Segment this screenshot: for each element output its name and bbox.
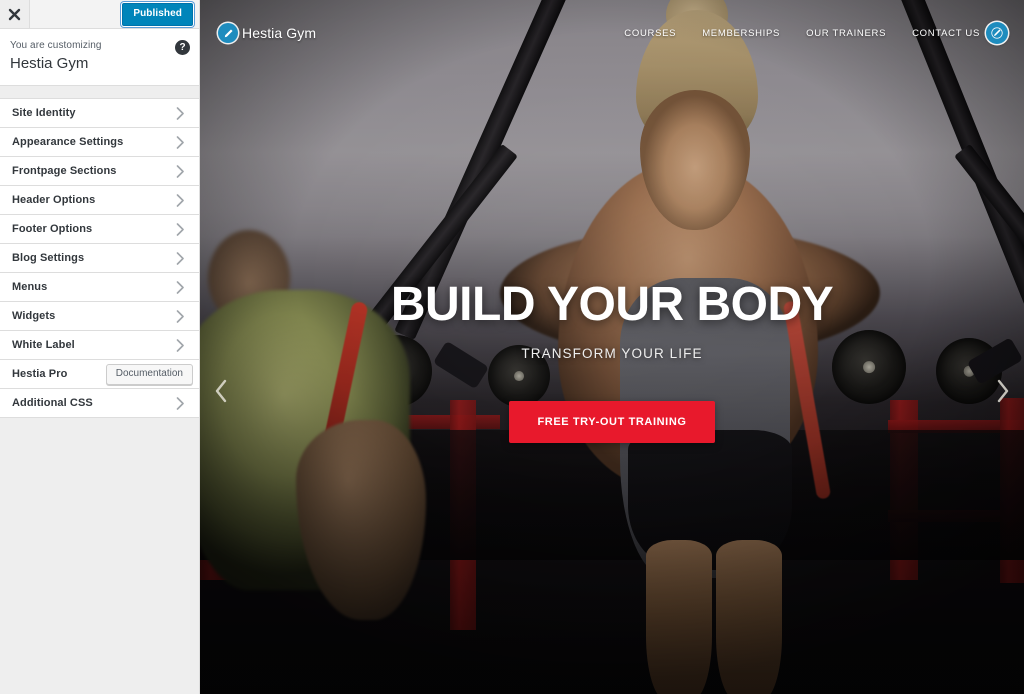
panel-label: Appearance Settings — [12, 135, 124, 148]
customizer-panel-menus[interactable]: Menus — [0, 273, 199, 302]
publish-button[interactable]: Published — [122, 2, 193, 26]
customizer-panel-widgets[interactable]: Widgets — [0, 302, 199, 331]
nav-link-courses[interactable]: COURSES — [624, 28, 676, 39]
nav-link-our-trainers[interactable]: OUR TRAINERS — [806, 28, 886, 39]
hero-cta-button[interactable]: FREE TRY-OUT TRAINING — [509, 401, 715, 444]
customizer-panel-header-options[interactable]: Header Options — [0, 186, 199, 215]
site-navigation: COURSES MEMBERSHIPS OUR TRAINERS CONTACT US — [624, 28, 980, 39]
customizer-panel-hestia-pro[interactable]: Hestia Pro Documentation — [0, 360, 199, 389]
panel-label: Menus — [12, 280, 48, 293]
customizer-panel-list: Site Identity Appearance Settings Frontpag… — [0, 99, 199, 418]
customizer-panel-appearance-settings[interactable]: Appearance Settings — [0, 128, 199, 157]
chevron-right-icon[interactable] — [986, 374, 1020, 408]
chevron-right-icon — [176, 280, 185, 294]
panel-label: Frontpage Sections — [12, 164, 117, 177]
site-header: Hestia Gym COURSES MEMBERSHIPS OUR TRAINER… — [200, 0, 1024, 66]
customizer-panel-footer-options[interactable]: Footer Options — [0, 215, 199, 244]
chevron-right-icon — [176, 396, 185, 410]
chevron-right-icon — [176, 106, 185, 120]
close-icon[interactable] — [0, 0, 30, 28]
edit-shortcut-icon[interactable] — [986, 22, 1008, 44]
help-question-icon[interactable]: ? — [175, 40, 190, 55]
panel-label: Additional CSS — [12, 396, 93, 409]
nav-link-memberships[interactable]: MEMBERSHIPS — [702, 28, 780, 39]
customizer-header: You are customizing Hestia Gym ? — [0, 29, 199, 86]
customizer-panel-frontpage-sections[interactable]: Frontpage Sections — [0, 157, 199, 186]
panel-label: Blog Settings — [12, 251, 85, 264]
customizer-sidebar: Published You are customizing Hestia Gym… — [0, 0, 200, 694]
panel-label: Hestia Pro — [12, 367, 68, 380]
panel-label: Widgets — [12, 309, 56, 322]
customizer-panel-site-identity[interactable]: Site Identity — [0, 99, 199, 128]
chevron-right-icon — [176, 251, 185, 265]
site-brand[interactable]: Hestia Gym — [218, 23, 316, 43]
publish-area: Published — [122, 0, 199, 28]
customizer-panel-blog-settings[interactable]: Blog Settings — [0, 244, 199, 273]
panel-label: Site Identity — [12, 106, 76, 119]
customizer-app: Published You are customizing Hestia Gym… — [0, 0, 1024, 694]
sidebar-spacer — [0, 86, 199, 99]
chevron-right-icon — [176, 164, 185, 178]
site-preview[interactable]: Hestia Gym COURSES MEMBERSHIPS OUR TRAINER… — [200, 0, 1024, 694]
customizer-topbar: Published — [0, 0, 199, 29]
chevron-left-icon[interactable] — [204, 374, 238, 408]
site-brand-name: Hestia Gym — [242, 25, 317, 41]
documentation-button[interactable]: Documentation — [105, 363, 193, 385]
chevron-right-icon — [176, 222, 185, 236]
chevron-right-icon — [176, 135, 185, 149]
hero-content: BUILD YOUR BODY TRANSFORM YOUR LIFE FREE… — [200, 278, 1024, 444]
customizer-panel-additional-css[interactable]: Additional CSS — [0, 389, 199, 418]
nav-link-contact-us[interactable]: CONTACT US — [912, 28, 980, 39]
customizer-panel-white-label[interactable]: White Label — [0, 331, 199, 360]
panel-label: White Label — [12, 338, 75, 351]
hero-subtitle: TRANSFORM YOUR LIFE — [521, 346, 703, 362]
chevron-right-icon — [176, 309, 185, 323]
chevron-right-icon — [176, 193, 185, 207]
site-title: Hestia Gym — [10, 55, 89, 72]
pencil-edit-icon — [218, 23, 238, 43]
sidebar-empty-area — [0, 418, 199, 694]
customizing-label: You are customizing — [10, 40, 102, 51]
chevron-right-icon — [176, 338, 185, 352]
panel-label: Header Options — [12, 193, 96, 206]
hero-title: BUILD YOUR BODY — [390, 278, 834, 331]
panel-label: Footer Options — [12, 222, 93, 235]
